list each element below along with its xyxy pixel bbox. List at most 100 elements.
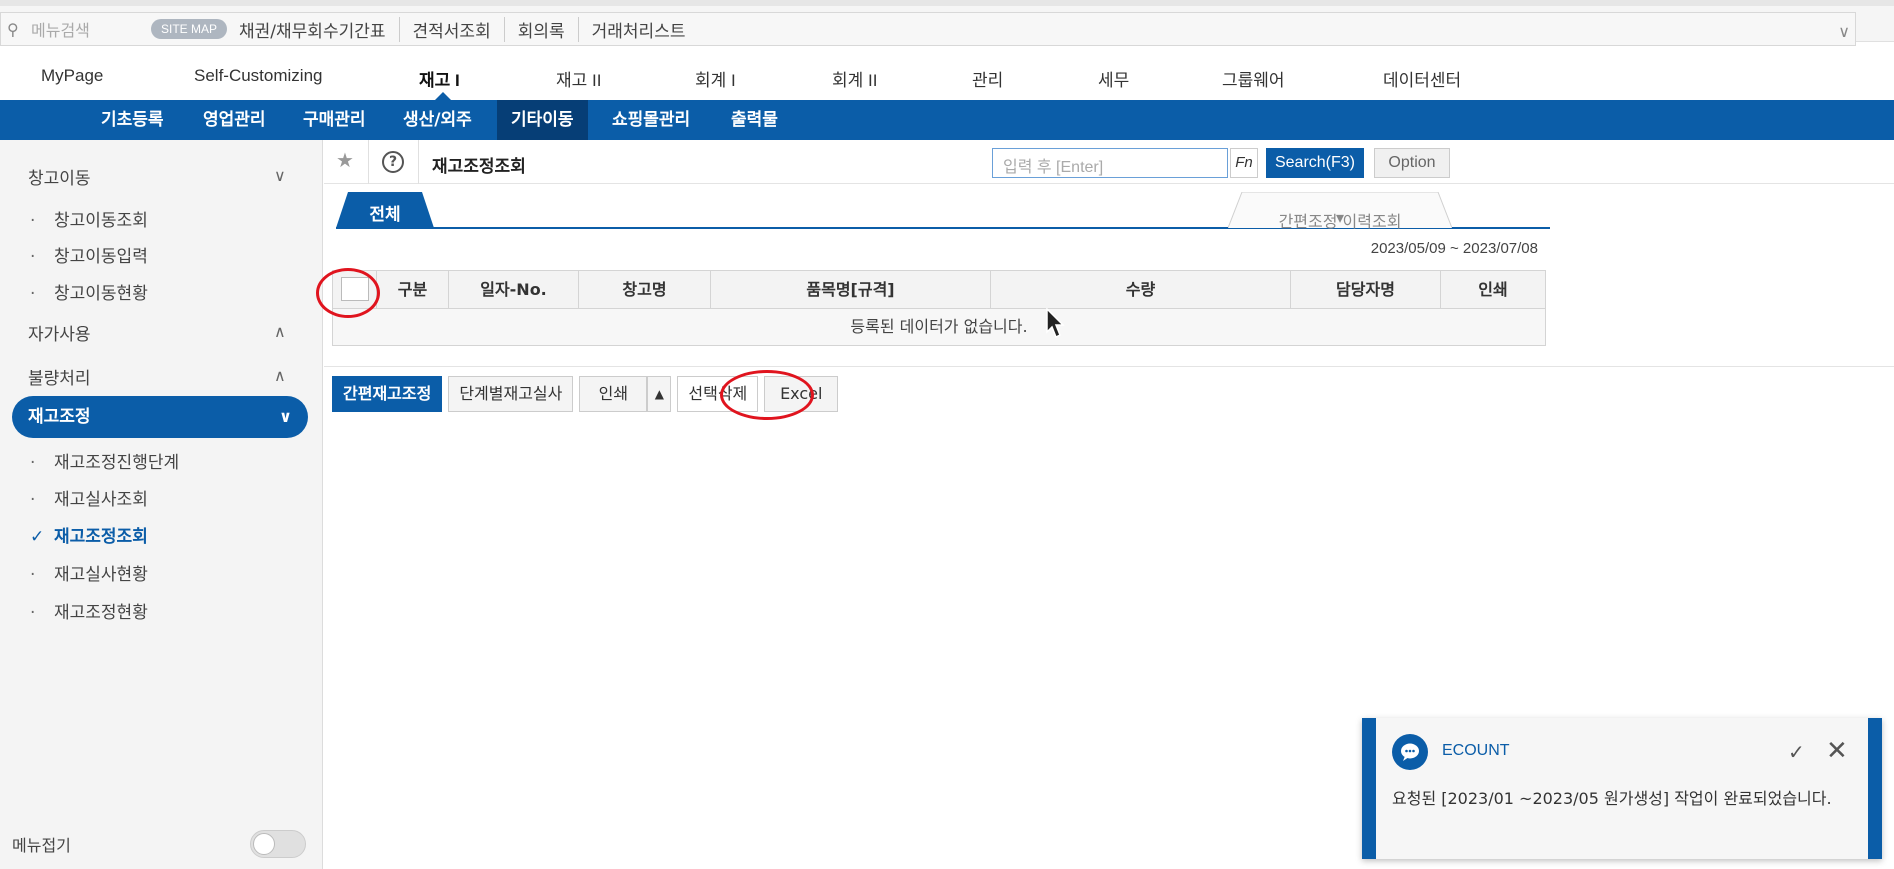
chevron-up-icon[interactable]: ∧	[274, 322, 286, 341]
chat-icon	[1392, 734, 1428, 770]
sidebar-group-label: 재고조정	[28, 407, 91, 427]
fn-button[interactable]: Fn	[1230, 148, 1258, 178]
chevron-down-icon: ∨	[279, 407, 292, 426]
main-nav-item-stock2[interactable]: 재고 II	[556, 66, 601, 91]
option-button[interactable]: Option	[1374, 148, 1450, 178]
bullet-icon: ·	[30, 247, 36, 267]
check-icon: ✓	[30, 527, 45, 547]
top-search-bar: ⚲ 메뉴검색 SITE MAP 채권/채무회수기간표 견적서조회 회의록 거래처…	[0, 0, 1894, 46]
simple-adjust-button[interactable]: 간편재고조정	[332, 376, 443, 412]
sidebar-group-defect[interactable]: 불량처리	[28, 364, 91, 389]
quick-link[interactable]: 거래처리스트	[577, 16, 699, 42]
column-header[interactable]: 인쇄	[1441, 271, 1545, 308]
toggle-knob	[253, 833, 275, 855]
bullet-icon: ·	[30, 490, 36, 510]
notification-toast: ECOUNT ✓ ✕ 요청된 [2023/01 ~2023/05 원가생성] 작…	[1362, 718, 1882, 859]
sitemap-button[interactable]: SITE MAP	[151, 19, 228, 39]
sidebar-item-current[interactable]: ✓ 재고조정조회	[30, 522, 148, 547]
sidebar-item-label: 재고실사현황	[54, 565, 148, 585]
toast-title: ECOUNT	[1442, 742, 1510, 759]
sidebar-item[interactable]: · 재고조정현황	[30, 598, 148, 623]
sidebar-item[interactable]: · 창고이동조회	[30, 206, 148, 231]
column-header[interactable]: 담당자명	[1291, 271, 1441, 308]
divider	[324, 366, 1894, 367]
delete-selected-button[interactable]: 선택삭제	[677, 376, 759, 412]
column-header[interactable]: 수량	[991, 271, 1291, 308]
mouse-cursor-icon	[1046, 308, 1065, 339]
menu-collapse-toggle[interactable]	[250, 830, 306, 858]
tab-all[interactable]: 전체	[336, 192, 434, 228]
select-all-cell	[333, 271, 377, 308]
sidebar-item[interactable]: · 창고이동현황	[30, 279, 148, 304]
main-nav-item-tax[interactable]: 세무	[1098, 66, 1129, 91]
chevron-down-icon[interactable]: ∨	[1838, 22, 1850, 41]
page-title: 재고조정조회	[432, 157, 526, 177]
active-pointer	[435, 92, 451, 100]
sub-nav-item-production[interactable]: 생산/외주	[389, 100, 486, 140]
bullet-icon: ·	[30, 603, 36, 623]
column-header[interactable]: 일자-No.	[449, 271, 579, 308]
column-header[interactable]: 구분	[377, 271, 449, 308]
sub-nav-item-purchase[interactable]: 구매관리	[289, 100, 380, 140]
star-icon[interactable]: ★	[336, 148, 354, 172]
search-input[interactable]: 입력 후 [Enter]	[992, 148, 1228, 178]
main-nav-item-datacenter[interactable]: 데이터센터	[1383, 66, 1461, 91]
close-icon[interactable]: ✕	[1826, 736, 1848, 766]
bullet-icon: ·	[30, 565, 36, 585]
divider	[368, 140, 369, 184]
search-button[interactable]: Search(F3)	[1266, 148, 1364, 178]
tab-all-label: 전체	[369, 205, 401, 225]
grid-header: 구분 일자-No. 창고명 품목명[규격] 수량 담당자명 인쇄	[333, 271, 1545, 309]
sub-nav-item-other-move[interactable]: 기타이동	[497, 100, 588, 140]
menu-search-input[interactable]: 메뉴검색	[31, 17, 151, 41]
search-icon[interactable]: ⚲	[7, 20, 31, 39]
help-icon[interactable]: ?	[382, 151, 404, 173]
main-nav-item-manage[interactable]: 관리	[972, 66, 1003, 91]
column-header[interactable]: 창고명	[579, 271, 711, 308]
main-nav-item-self-customizing[interactable]: Self-Customizing	[194, 66, 323, 86]
main-nav-item-mypage[interactable]: MyPage	[41, 66, 103, 86]
sidebar-item-label: 재고조정조회	[54, 527, 148, 547]
sidebar-item-label: 창고이동현황	[54, 284, 148, 304]
bullet-icon: ·	[30, 453, 36, 473]
sidebar-item[interactable]: · 재고실사현황	[30, 560, 148, 585]
select-all-checkbox[interactable]	[340, 276, 369, 301]
print-button[interactable]: 인쇄	[579, 376, 648, 412]
column-header[interactable]: 품목명[규격]	[711, 271, 991, 308]
quick-link[interactable]: 회의록	[503, 16, 578, 42]
quick-links: 채권/채무회수기간표 견적서조회 회의록 거래처리스트	[239, 16, 699, 42]
data-grid: 구분 일자-No. 창고명 품목명[규격] 수량 담당자명 인쇄 등록된 데이터…	[332, 270, 1546, 346]
check-icon[interactable]: ✓	[1788, 740, 1805, 764]
sidebar-item-label: 창고이동입력	[54, 247, 148, 267]
sub-nav-item-output[interactable]: 출력물	[717, 100, 792, 140]
sidebar-group-warehouse-move[interactable]: 창고이동	[28, 164, 91, 189]
chevron-down-icon[interactable]: ∨	[274, 166, 286, 185]
sub-nav-item-basic[interactable]: 기초등록	[87, 100, 178, 140]
sidebar-group-stock-adjust[interactable]: 재고조정 ∨	[12, 396, 308, 438]
sub-nav-item-sales[interactable]: 영업관리	[189, 100, 280, 140]
sidebar-item[interactable]: · 재고조정진행단계	[30, 448, 179, 473]
top-search-row: ⚲ 메뉴검색 SITE MAP 채권/채무회수기간표 견적서조회 회의록 거래처…	[0, 12, 1856, 46]
chevron-up-icon[interactable]: ∧	[274, 366, 286, 385]
quick-link[interactable]: 견적서조회	[398, 16, 504, 42]
caret-up-icon[interactable]: ▲	[647, 376, 672, 412]
sidebar-item-label: 재고실사조회	[54, 490, 148, 510]
main-nav-item-account1[interactable]: 회계 I	[695, 66, 736, 91]
divider	[418, 140, 419, 184]
sidebar: 창고이동 ∨ · 창고이동조회 · 창고이동입력 · 창고이동현황 자가사용 ∧ 불량…	[0, 140, 323, 869]
sub-nav-item-shopping[interactable]: 쇼핑몰관리	[598, 100, 704, 140]
sidebar-group-self-use[interactable]: 자가사용	[28, 320, 91, 345]
tab-history[interactable]: 간편조정 이력조회 ▾	[1227, 191, 1453, 231]
sidebar-item[interactable]: · 창고이동입력	[30, 242, 148, 267]
sidebar-item-label: 재고조정진행단계	[54, 453, 180, 473]
main-nav-item-account2[interactable]: 회계 II	[832, 66, 877, 91]
main-nav-item-stock1[interactable]: 재고 I	[419, 66, 460, 91]
quick-link[interactable]: 채권/채무회수기간표	[239, 17, 399, 42]
sidebar-item[interactable]: · 재고실사조회	[30, 485, 148, 510]
excel-button[interactable]: Excel	[764, 376, 839, 412]
bullet-icon: ·	[30, 211, 36, 231]
main-nav: MyPage Self-Customizing 재고 I 재고 II 회계 I …	[0, 50, 1894, 100]
stage-audit-button[interactable]: 단계별재고실사	[448, 376, 574, 412]
toast-message: 요청된 [2023/01 ~2023/05 원가생성] 작업이 완료되었습니다.	[1392, 789, 1832, 808]
main-nav-item-groupware[interactable]: 그룹웨어	[1222, 66, 1285, 91]
